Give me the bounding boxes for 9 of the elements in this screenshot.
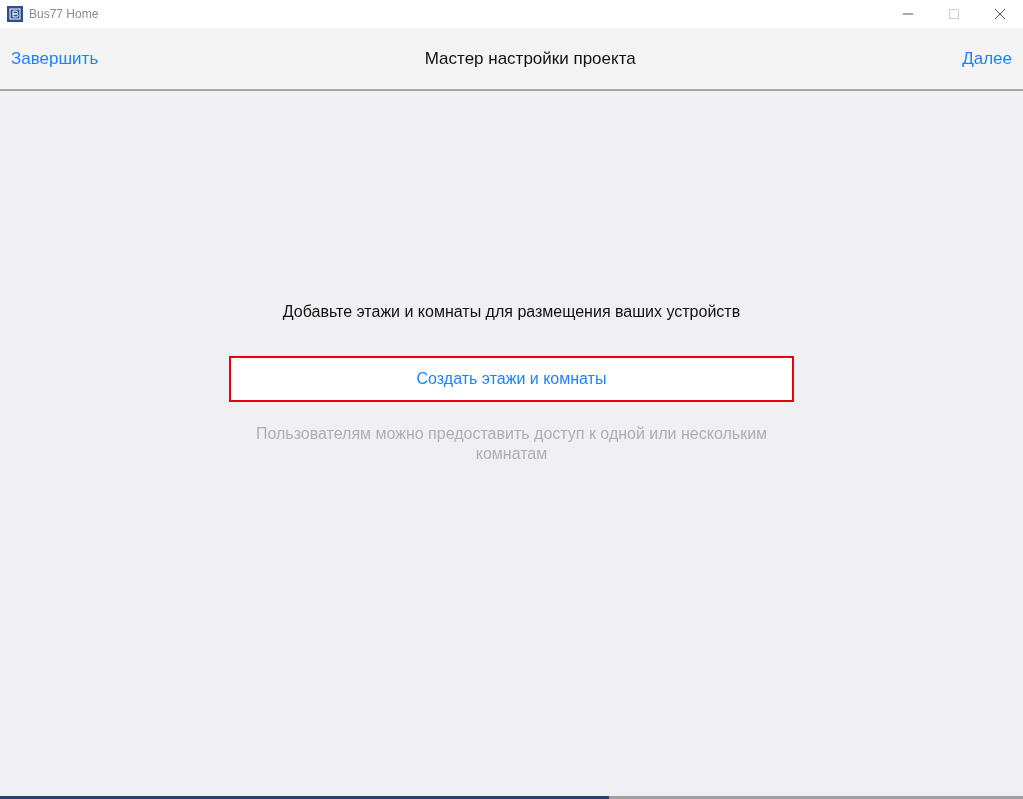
create-floors-button[interactable]: Создать этажи и комнаты [229,356,794,402]
finish-link[interactable]: Завершить [11,48,99,69]
next-link[interactable]: Далее [962,48,1012,69]
window-title: Bus77 Home [29,7,99,21]
instruction-text: Добавьте этажи и комнаты для размещения ваших устройств [282,303,741,321]
hint-text: Пользователям можно предоставить доступ к одной или нескольким комнатам [254,424,769,464]
wizard-title: Мастер настройки проекта [424,48,636,69]
app-logo-icon [7,6,23,22]
close-icon[interactable] [994,8,1006,20]
